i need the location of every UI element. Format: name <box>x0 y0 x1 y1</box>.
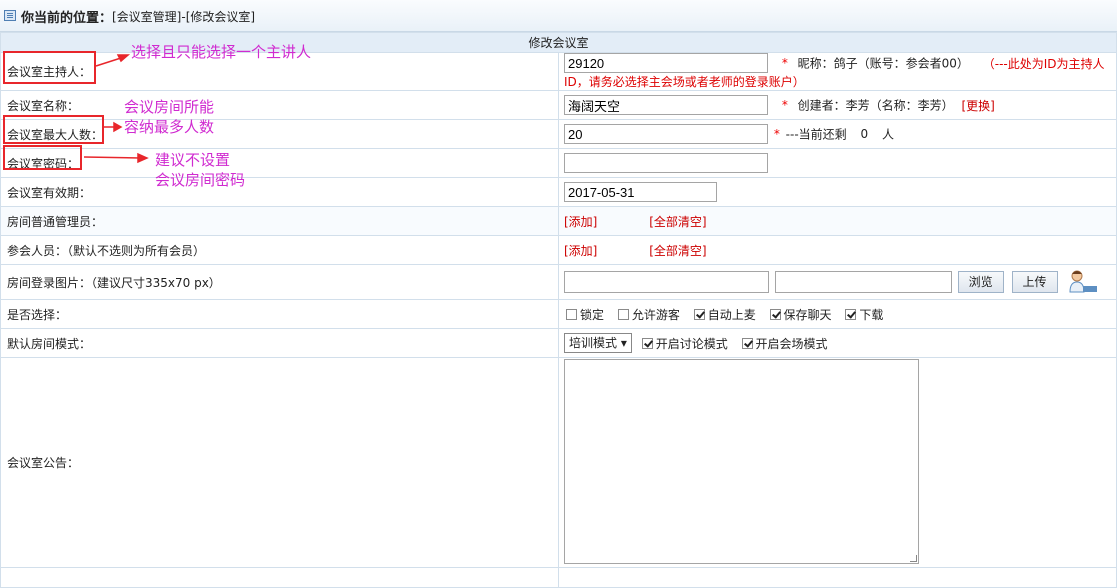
host-annotation-text: 选择且只能选择一个主讲人 <box>131 43 312 61</box>
annotation-arrows <box>83 54 149 164</box>
max-people-annotation-line2: 容纳最多人数 <box>124 118 215 136</box>
password-annotation-line2: 会议房间密码 <box>155 171 246 189</box>
password-annotation-line1: 建议不设置 <box>155 151 231 169</box>
next-row <box>0 567 1117 588</box>
max-people-annotation-line1: 会议房间所能 <box>124 98 215 116</box>
